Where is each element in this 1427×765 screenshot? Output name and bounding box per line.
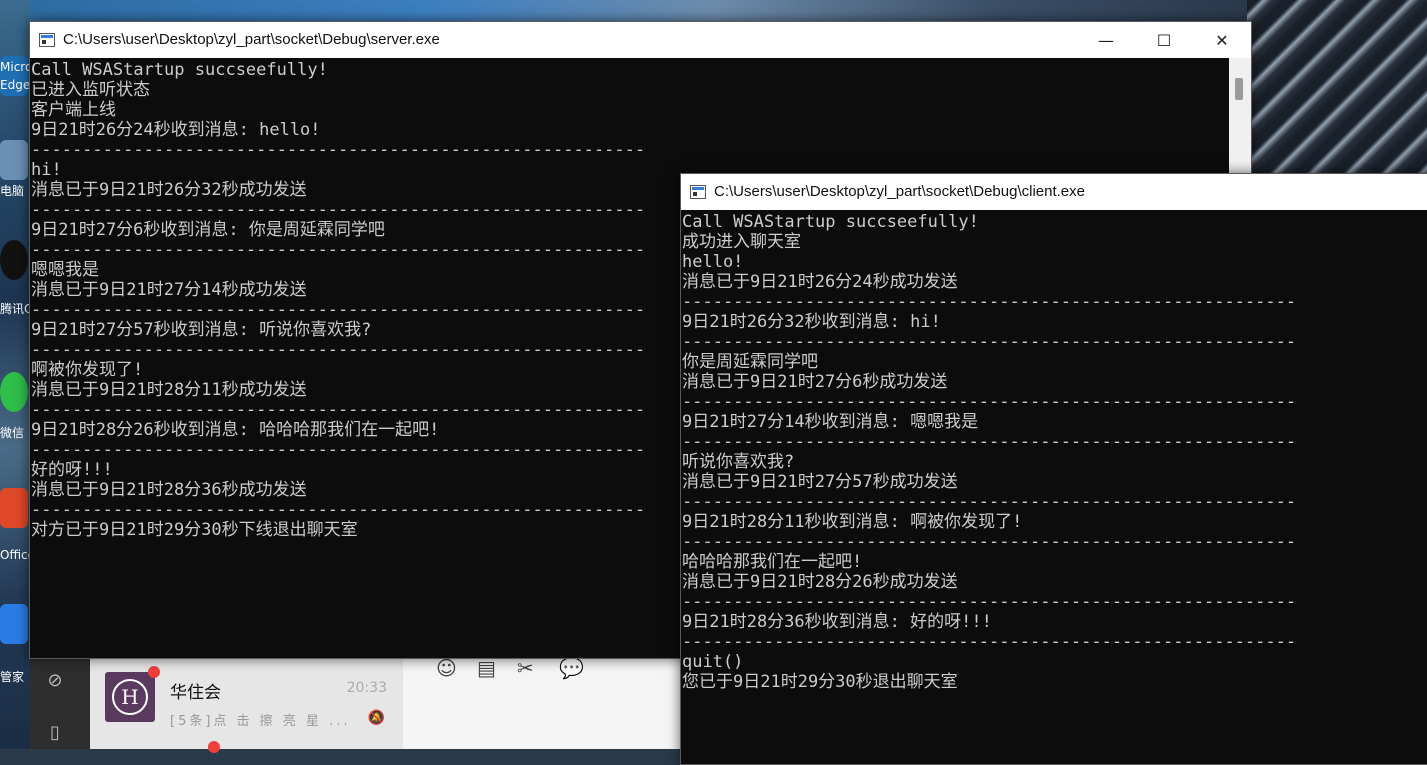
console-line: quit() [682, 652, 744, 672]
console-line: 9日21时27分14秒收到消息: 嗯嗯我是 [682, 412, 979, 432]
console-line: 消息已于9日21时27分6秒成功发送 [682, 372, 948, 392]
mute-bell-icon: 🔕 [367, 710, 385, 726]
console-line: ----------------------------------------… [682, 292, 1297, 312]
console-line: hello! [682, 252, 744, 272]
qq-desktop-icon[interactable] [0, 240, 28, 280]
desktop-icon-label: 腾讯QQ [0, 302, 30, 316]
console-line: Call WSAStartup succseefully! [31, 60, 328, 80]
console-line: 消息已于9日21时26分24秒成功发送 [682, 272, 958, 292]
computer-desktop-icon[interactable] [0, 140, 28, 180]
console-line: ----------------------------------------… [682, 492, 1297, 512]
office-desktop-icon[interactable] [0, 488, 28, 528]
message-preview: [5条]点 击 擦 亮 星 ... [170, 714, 351, 729]
console-line: ----------------------------------------… [682, 592, 1297, 612]
wechat-desktop-icon[interactable] [0, 372, 28, 412]
avatar: H [105, 672, 155, 722]
console-line: Call WSAStartup succseefully! [682, 212, 979, 232]
miniprogram-icon[interactable]: ⊘ [44, 670, 66, 692]
screenshot-scissors-icon[interactable]: ✂ [517, 656, 534, 680]
console-line: ----------------------------------------… [31, 140, 646, 160]
chat-list: H 华住会 20:33 [5条]点 击 擦 亮 星 ... 🔕 [90, 650, 403, 753]
scrollbar-thumb[interactable] [1235, 78, 1243, 100]
console-line: 9日21时28分36秒收到消息: 好的呀!!! [682, 612, 992, 632]
console-line: 听说你喜欢我? [682, 452, 795, 472]
console-line: ----------------------------------------… [682, 532, 1297, 552]
maximize-button[interactable]: ☐ [1135, 22, 1193, 58]
desktop-icon-label: 电脑 [0, 184, 25, 198]
chat-app-window: ⊘ ▯ H 华住会 20:33 [5条]点 击 擦 亮 星 ... 🔕 ☺ ▤ … [30, 650, 680, 753]
console-app-icon [39, 33, 55, 47]
console-line: 您已于9日21时29分30秒退出聊天室 [682, 672, 958, 692]
console-app-icon [690, 185, 706, 199]
desktop-icon-label: Office [0, 548, 30, 562]
desktop-icon-label: 微信 [0, 426, 25, 440]
client-console-window[interactable]: C:\Users\user\Desktop\zyl_part\socket\De… [680, 173, 1427, 765]
folder-icon[interactable]: ▤ [477, 656, 496, 680]
client-console-output[interactable]: Call WSAStartup succseefully! 成功进入聊天室 hell… [681, 210, 1427, 764]
console-line: 消息已于9日21时28分26秒成功发送 [682, 572, 958, 592]
console-line: 成功进入聊天室 [682, 232, 801, 252]
desktop-icon-label: Micros [0, 60, 30, 74]
chat-history-icon[interactable]: 💬 [559, 656, 584, 680]
chat-sidebar: ⊘ ▯ [30, 650, 90, 749]
chat-input-toolbar: ☺ ▤ ✂ 💬 [403, 650, 680, 749]
console-line: 9日21时26分24秒收到消息: hello! [31, 120, 321, 140]
console-line: 9日21时26分32秒收到消息: hi! [682, 312, 941, 332]
phone-icon[interactable]: ▯ [44, 722, 66, 744]
console-line: 消息已于9日21时27分57秒成功发送 [682, 472, 958, 492]
console-line: 客户端上线 [31, 100, 116, 120]
console-line: 你是周延霖同学吧 [682, 352, 818, 372]
security-desktop-icon[interactable] [0, 604, 28, 644]
console-line: 哈哈哈那我们在一起吧! [682, 552, 863, 572]
console-line: ----------------------------------------… [682, 392, 1297, 412]
console-line: 9日21时28分11秒收到消息: 啊被你发现了! [682, 512, 1023, 532]
message-time: 20:33 [346, 680, 387, 696]
console-line: ----------------------------------------… [682, 332, 1297, 352]
server-window-title: C:\Users\user\Desktop\zyl_part\socket\De… [63, 31, 440, 48]
server-titlebar[interactable]: C:\Users\user\Desktop\zyl_part\socket\De… [30, 22, 1251, 58]
unread-badge [208, 741, 220, 753]
console-line: ----------------------------------------… [682, 632, 1297, 652]
emoji-icon[interactable]: ☺ [436, 656, 457, 680]
desktop-wallpaper-top [0, 0, 1427, 22]
contact-name: 华住会 [170, 683, 221, 703]
desktop-icon-label: Edge [0, 78, 30, 92]
console-line: ----------------------------------------… [682, 432, 1297, 452]
chat-list-item[interactable]: H 华住会 20:33 [5条]点 击 擦 亮 星 ... 🔕 [90, 658, 403, 729]
console-line: 已进入监听状态 [31, 80, 150, 100]
desktop-icon-label: 管家 [0, 670, 25, 684]
minimize-button[interactable]: — [1077, 22, 1135, 58]
close-button[interactable]: ✕ [1193, 22, 1251, 58]
client-titlebar[interactable]: C:\Users\user\Desktop\zyl_part\socket\De… [681, 174, 1427, 210]
unread-badge [148, 666, 160, 678]
client-window-title: C:\Users\user\Desktop\zyl_part\socket\De… [714, 183, 1085, 200]
